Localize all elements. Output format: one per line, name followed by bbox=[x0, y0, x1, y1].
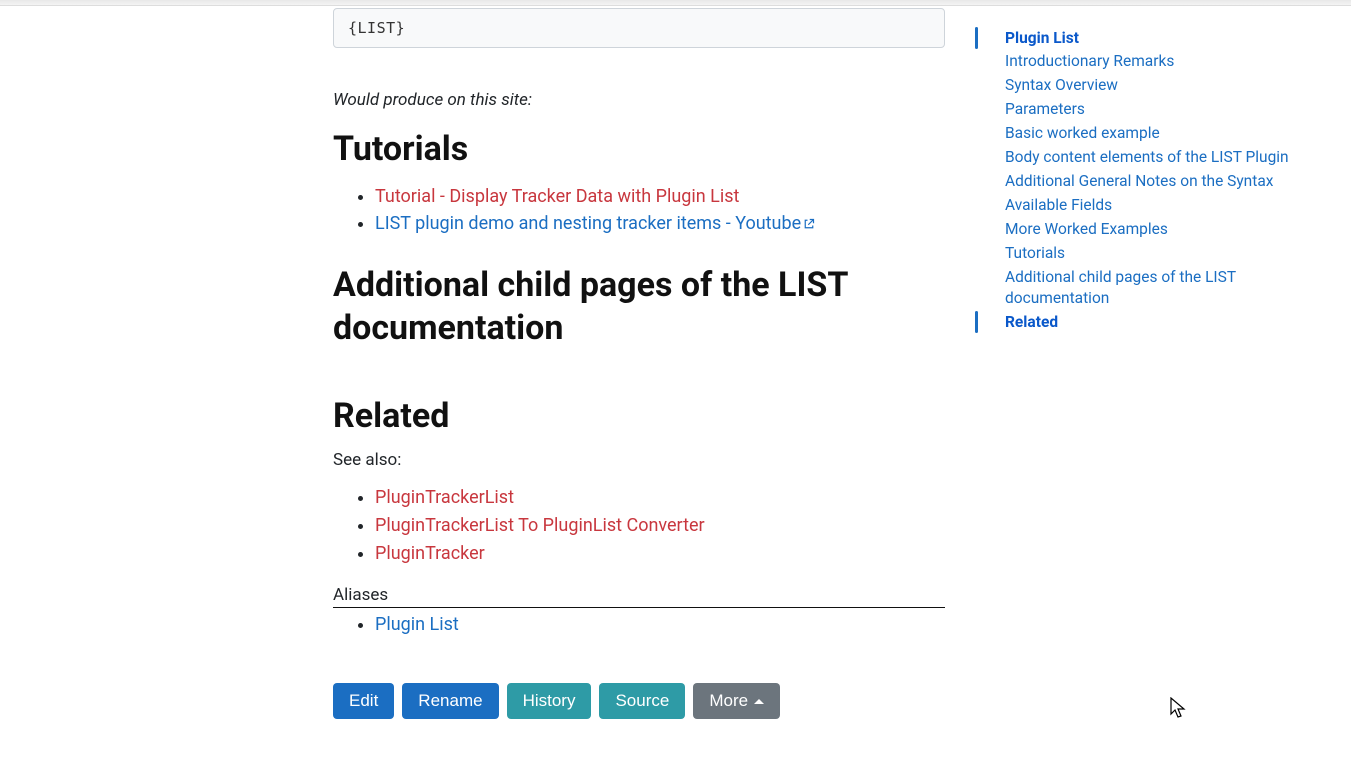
toc-item-child-pages: Additional child pages of the LIST docum… bbox=[975, 265, 1315, 310]
list-item: Plugin List bbox=[375, 614, 945, 635]
tutorials-heading: Tutorials bbox=[333, 128, 853, 171]
toc-item-body-content: Body content elements of the LIST Plugin bbox=[975, 146, 1315, 170]
rename-button[interactable]: Rename bbox=[402, 683, 498, 719]
aliases-list: Plugin List bbox=[333, 614, 945, 635]
related-link[interactable]: PluginTracker bbox=[375, 543, 485, 564]
external-link-icon bbox=[803, 218, 815, 230]
toc-item-tutorials: Tutorials bbox=[975, 241, 1315, 265]
related-heading: Related bbox=[333, 395, 853, 438]
more-button[interactable]: More bbox=[693, 683, 780, 719]
main-content: {LIST} Would produce on this site: Tutor… bbox=[333, 8, 945, 719]
toc-link[interactable]: Available Fields bbox=[1005, 193, 1315, 217]
page-layout: {LIST} Would produce on this site: Tutor… bbox=[0, 6, 1351, 719]
more-button-label: More bbox=[709, 691, 748, 711]
tutorials-list: Tutorial - Display Tracker Data with Plu… bbox=[333, 183, 945, 239]
toc-link[interactable]: Introductionary Remarks bbox=[1005, 50, 1315, 74]
see-also-label: See also: bbox=[333, 450, 945, 470]
edit-button[interactable]: Edit bbox=[333, 683, 394, 719]
toc-item-available-fields: Available Fields bbox=[975, 193, 1315, 217]
toc-link[interactable]: Body content elements of the LIST Plugin bbox=[1005, 146, 1315, 170]
tutorial-link[interactable]: Tutorial - Display Tracker Data with Plu… bbox=[375, 186, 739, 207]
child-pages-heading: Additional child pages of the LIST docum… bbox=[333, 264, 853, 349]
toc-link[interactable]: Additional child pages of the LIST docum… bbox=[1005, 265, 1315, 310]
code-block: {LIST} bbox=[333, 8, 945, 48]
toc-item-syntax: Syntax Overview bbox=[975, 74, 1315, 98]
toc-item-general-notes: Additional General Notes on the Syntax bbox=[975, 170, 1315, 194]
toc-item-basic-example: Basic worked example bbox=[975, 122, 1315, 146]
toc-link[interactable]: Syntax Overview bbox=[1005, 74, 1315, 98]
toc-link[interactable]: Related bbox=[1005, 310, 1315, 334]
source-button[interactable]: Source bbox=[599, 683, 685, 719]
toc-item-more-examples: More Worked Examples bbox=[975, 217, 1315, 241]
history-button[interactable]: History bbox=[507, 683, 592, 719]
toc-list: Plugin List Introductionary Remarks Synt… bbox=[975, 26, 1315, 334]
toc-link[interactable]: Parameters bbox=[1005, 98, 1315, 122]
toc-item-parameters: Parameters bbox=[975, 98, 1315, 122]
alias-link[interactable]: Plugin List bbox=[375, 614, 459, 635]
list-item: PluginTracker bbox=[375, 540, 945, 568]
list-item: LIST plugin demo and nesting tracker ite… bbox=[375, 210, 945, 238]
toc-item-intro: Introductionary Remarks bbox=[975, 50, 1315, 74]
lead-note: Would produce on this site: bbox=[333, 90, 945, 110]
toc-link[interactable]: Basic worked example bbox=[1005, 122, 1315, 146]
toc-link[interactable]: Plugin List bbox=[1005, 26, 1315, 50]
tutorial-link-external[interactable]: LIST plugin demo and nesting tracker ite… bbox=[375, 213, 815, 234]
list-item: Tutorial - Display Tracker Data with Plu… bbox=[375, 183, 945, 211]
toc-link[interactable]: Tutorials bbox=[1005, 241, 1315, 265]
list-item: PluginTrackerList bbox=[375, 484, 945, 512]
related-link[interactable]: PluginTrackerList To PluginList Converte… bbox=[375, 515, 705, 536]
related-link[interactable]: PluginTrackerList bbox=[375, 487, 514, 508]
related-list: PluginTrackerList PluginTrackerList To P… bbox=[333, 484, 945, 568]
link-text: LIST plugin demo and nesting tracker ite… bbox=[375, 213, 801, 234]
action-button-row: Edit Rename History Source More bbox=[333, 683, 945, 719]
toc-sidebar: Plugin List Introductionary Remarks Synt… bbox=[975, 8, 1315, 719]
toc-link[interactable]: Additional General Notes on the Syntax bbox=[1005, 170, 1315, 194]
toc-item-related: Related bbox=[975, 310, 1315, 334]
toc-link[interactable]: More Worked Examples bbox=[1005, 217, 1315, 241]
caret-up-icon bbox=[754, 699, 764, 704]
aliases-label: Aliases bbox=[333, 585, 945, 608]
list-item: PluginTrackerList To PluginList Converte… bbox=[375, 512, 945, 540]
right-gutter bbox=[945, 8, 975, 719]
left-gutter bbox=[0, 8, 333, 719]
toc-item-plugin-list: Plugin List bbox=[975, 26, 1315, 50]
